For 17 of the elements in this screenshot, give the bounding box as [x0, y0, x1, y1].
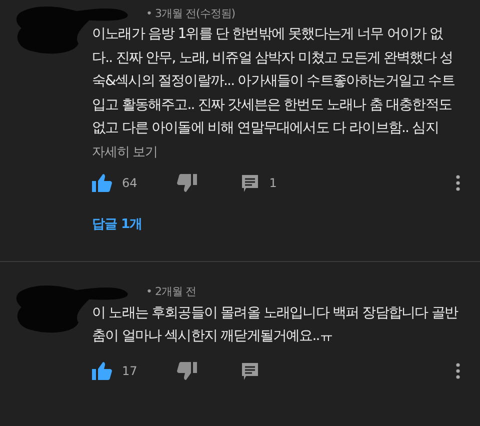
comment-text: 이노래가 음방 1위를 단 한번밖에 못했다는게 너무 어이가 없다.. 진짜 안무, 노래, 비쥬얼 삼박자 미쳤고 모든게 완벽했다 성숙&섹시의 절정이랄까... 아가새들이 수트좋아하는거일고 수트입고 활동해주고.. 진짜 갓세븐은 한번도 노래나 춤 대충한적도없고 다른 아이돌에 비해 연말무대에서도 다 라이브함.. 심지 [92, 25, 456, 138]
reply-button[interactable] [241, 174, 260, 192]
comment-time: • 3개월 전(수정됨) [146, 6, 236, 20]
like-button[interactable] [92, 362, 112, 380]
reply-button[interactable] [241, 362, 260, 380]
more-options-icon[interactable] [456, 174, 460, 190]
more-options-icon[interactable] [456, 362, 460, 378]
read-more-link[interactable]: 자세히 보기 [92, 142, 158, 160]
like-count: 17 [122, 364, 138, 378]
comment-text: 이 노래는 후회공들이 몰려올 노래입니다 백퍼 장담합니다 골반춤이 얼마나 섹시한지 깨닫게될거예요..ㅠ [92, 304, 459, 346]
comment-time: • 2개월 전 [146, 284, 196, 299]
like-button[interactable] [92, 174, 112, 192]
dislike-button[interactable] [177, 174, 198, 192]
dislike-button[interactable] [177, 362, 198, 380]
like-count: 64 [122, 176, 138, 190]
reply-count: 1 [269, 176, 277, 190]
view-replies-link[interactable]: 답글 1개 [92, 214, 142, 232]
